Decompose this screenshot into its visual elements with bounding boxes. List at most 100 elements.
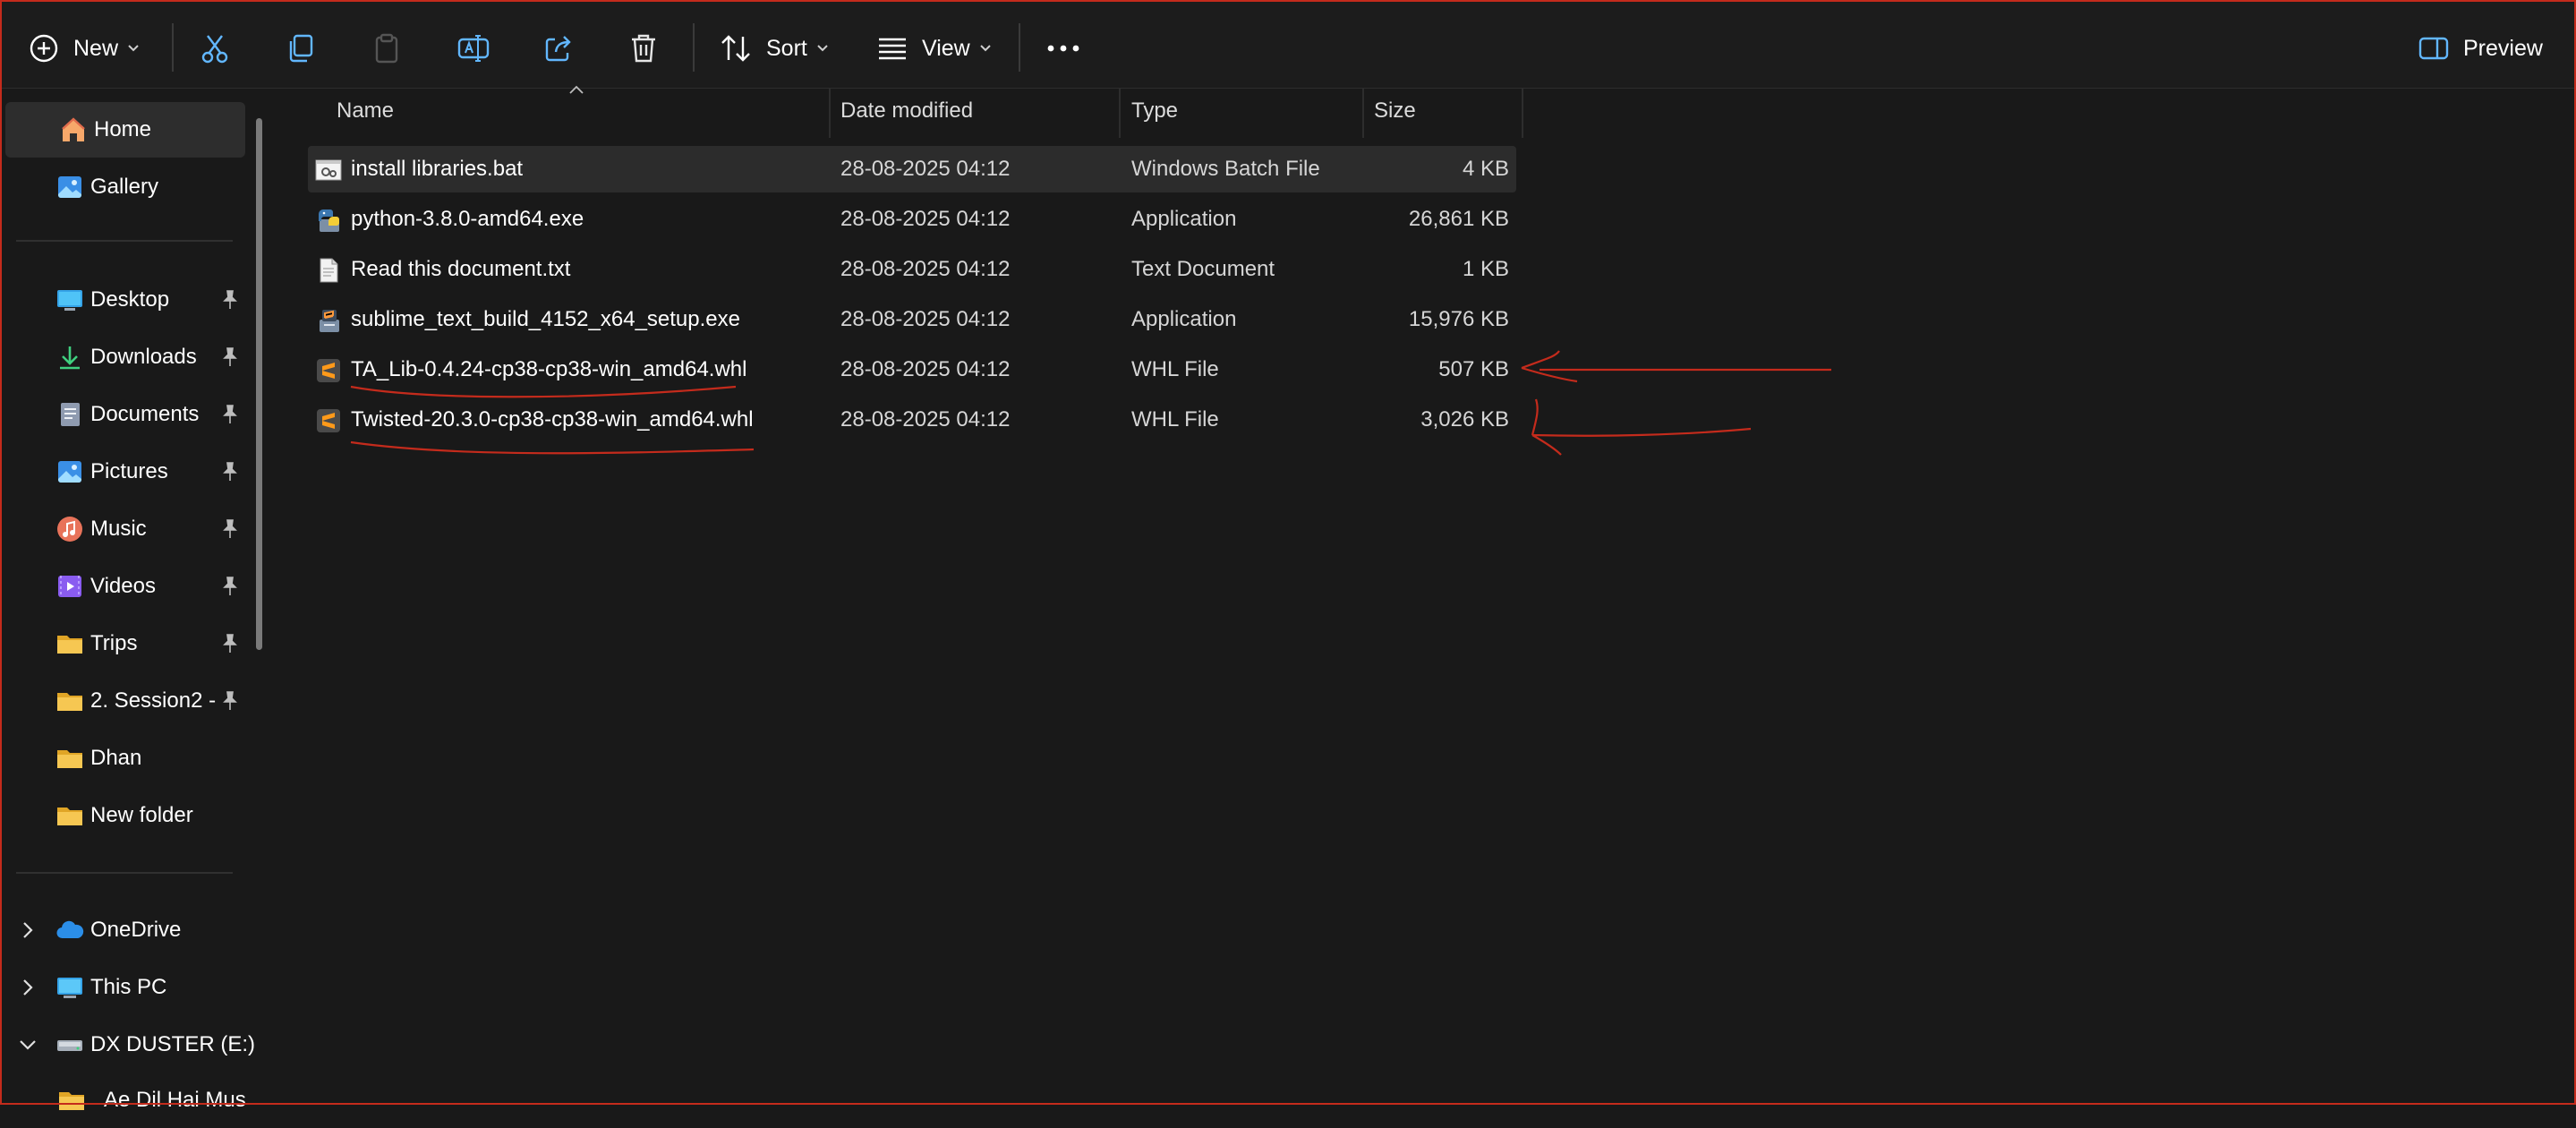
share-button[interactable] [542, 23, 575, 73]
text-file-icon [320, 258, 338, 283]
nav-item-ae-dil-hai[interactable]: Ae Dil Hai Mus [2, 1072, 246, 1128]
more-options-button[interactable] [1045, 23, 1081, 73]
nav-item-dhan[interactable]: Dhan [2, 731, 245, 786]
file-name: sublime_text_build_4152_x64_setup.exe [351, 307, 740, 331]
nav-item-home[interactable]: Home [5, 102, 245, 158]
batch-file-icon [315, 159, 342, 181]
file-row[interactable]: TA_Lib-0.4.24-cp38-cp38-win_amd64.whl 28… [308, 346, 1516, 393]
folder-icon [57, 808, 82, 825]
nav-item-label: Videos [90, 574, 156, 598]
file-date: 28-08-2025 04:12 [840, 307, 1011, 331]
folder-icon [57, 750, 82, 768]
column-header-name[interactable]: Name [337, 98, 394, 124]
file-date: 28-08-2025 04:12 [840, 407, 1011, 432]
nav-item-new-folder[interactable]: New folder [2, 788, 245, 843]
nav-item-label: Documents [90, 402, 200, 426]
pictures-icon [58, 461, 81, 483]
column-resizer[interactable] [1362, 88, 1364, 138]
cloud-icon [56, 920, 84, 939]
pin-icon [223, 577, 237, 595]
nav-divider [16, 240, 233, 242]
preview-pane-button[interactable]: Preview [2418, 23, 2543, 73]
nav-item-label: Dhan [90, 746, 142, 770]
rename-button[interactable] [456, 23, 490, 73]
chevron-right-icon[interactable] [18, 920, 38, 940]
file-name: python-3.8.0-amd64.exe [351, 207, 584, 231]
column-header-date[interactable]: Date modified [840, 98, 973, 124]
file-date: 28-08-2025 04:12 [840, 207, 1011, 231]
chevron-right-icon[interactable] [18, 978, 38, 997]
nav-item-session2[interactable]: 2. Session2 - [2, 673, 245, 729]
folder-icon [59, 1092, 84, 1110]
file-type: Text Document [1131, 257, 1275, 281]
cut-icon [201, 35, 228, 64]
pc-icon [57, 978, 82, 998]
desktop-icon [57, 290, 82, 311]
nav-item-label: Pictures [90, 459, 168, 483]
new-button[interactable]: New [29, 23, 140, 73]
nav-item-trips[interactable]: Trips [2, 616, 245, 671]
pin-icon [223, 634, 237, 653]
column-header-type[interactable]: Type [1131, 98, 1178, 124]
nav-item-downloads[interactable]: Downloads [2, 329, 245, 385]
nav-item-label: Gallery [90, 175, 159, 199]
nav-item-label: Downloads [90, 345, 197, 369]
file-row[interactable]: install libraries.bat 28-08-2025 04:12 W… [308, 146, 1516, 192]
file-row[interactable]: sublime_text_build_4152_x64_setup.exe 28… [308, 296, 1516, 343]
rename-icon [457, 35, 490, 62]
nav-item-label: Trips [90, 631, 138, 655]
file-row[interactable]: Twisted-20.3.0-cp38-cp38-win_amd64.whl 2… [308, 397, 1516, 443]
underline-annotation [350, 440, 755, 455]
nav-item-videos[interactable]: Videos [2, 559, 245, 614]
nav-item-desktop[interactable]: Desktop [2, 272, 245, 328]
nav-item-documents[interactable]: Documents [2, 387, 245, 442]
sort-button[interactable]: Sort [720, 23, 829, 73]
share-icon [545, 36, 571, 62]
chevron-down-icon[interactable] [18, 1035, 38, 1055]
nav-item-label: Desktop [90, 287, 170, 312]
arrow-annotation [1531, 398, 1752, 456]
view-icon [879, 38, 906, 60]
cut-button[interactable] [199, 23, 231, 73]
file-type: WHL File [1131, 357, 1219, 381]
pin-icon [223, 290, 237, 309]
nav-item-music[interactable]: Music [2, 501, 245, 557]
sidebar-scrollbar[interactable] [256, 118, 262, 650]
column-header-size[interactable]: Size [1374, 98, 1416, 124]
nav-item-dx-duster[interactable]: DX DUSTER (E:) [2, 1017, 255, 1072]
column-resizer[interactable] [1119, 88, 1121, 138]
file-row[interactable]: Read this document.txt 28-08-2025 04:12 … [308, 246, 1516, 293]
nav-item-this-pc[interactable]: This PC [2, 960, 245, 1015]
toolbar-separator [172, 23, 174, 72]
paste-button[interactable] [371, 23, 403, 73]
delete-icon [632, 34, 655, 63]
home-icon [62, 117, 85, 141]
folder-icon [57, 693, 82, 711]
file-name: Twisted-20.3.0-cp38-cp38-win_amd64.whl [351, 407, 754, 432]
column-resizer[interactable] [1522, 88, 1523, 138]
gallery-icon [58, 176, 81, 198]
view-button[interactable]: View [877, 23, 992, 73]
pin-icon [223, 405, 237, 423]
pin-icon [223, 519, 237, 538]
chevron-down-icon [980, 45, 991, 52]
file-size: 507 KB [1438, 357, 1509, 381]
file-type: Windows Batch File [1131, 157, 1320, 181]
pin-icon [223, 347, 237, 366]
copy-button[interactable] [285, 23, 317, 73]
nav-item-label: Ae Dil Hai Mus [104, 1088, 246, 1112]
documents-icon [61, 403, 80, 426]
nav-item-pictures[interactable]: Pictures [2, 444, 245, 500]
nav-item-gallery[interactable]: Gallery [2, 159, 245, 215]
nav-item-onedrive[interactable]: OneDrive [2, 902, 245, 958]
command-bar: New Sort View Preview [2, 2, 2574, 89]
copy-icon [289, 34, 313, 63]
toolbar-separator [1019, 23, 1020, 72]
column-resizer[interactable] [829, 88, 831, 138]
delete-button[interactable] [628, 23, 659, 73]
file-date: 28-08-2025 04:12 [840, 357, 1011, 381]
file-row[interactable]: python-3.8.0-amd64.exe 28-08-2025 04:12 … [308, 196, 1516, 243]
nav-item-label: Music [90, 517, 147, 541]
videos-icon [58, 576, 81, 597]
preview-pane-icon [2418, 37, 2449, 60]
